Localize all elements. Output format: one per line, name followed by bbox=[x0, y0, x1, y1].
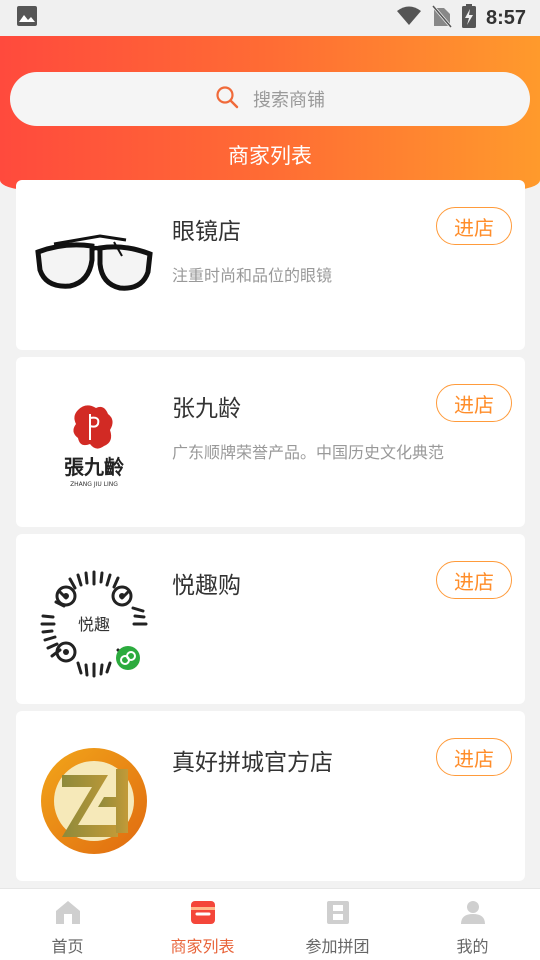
battery-charging-icon bbox=[461, 4, 476, 32]
enter-shop-button[interactable]: 进店 bbox=[436, 207, 512, 245]
nav-shop-list[interactable]: 商家列表 bbox=[135, 889, 270, 960]
status-bar: 8:57 bbox=[0, 0, 540, 36]
svg-text:ZHANG JIU LING: ZHANG JIU LING bbox=[70, 481, 118, 488]
user-icon bbox=[459, 899, 487, 929]
enter-shop-button[interactable]: 进店 bbox=[436, 561, 512, 599]
nav-join-group[interactable]: 参加拼团 bbox=[270, 889, 405, 960]
shop-name: 悦趣购 bbox=[172, 573, 241, 599]
shop-card[interactable]: 真好拼城官方店 进店 bbox=[16, 711, 525, 881]
mini-program-qr-logo: 悦趣 bbox=[34, 564, 154, 684]
nav-home[interactable]: 首页 bbox=[0, 889, 135, 960]
search-icon bbox=[215, 85, 239, 113]
wifi-icon bbox=[396, 5, 422, 31]
group-icon bbox=[324, 899, 352, 929]
shop-name: 张九龄 bbox=[172, 396, 241, 422]
zhang-jiuling-logo: 張九齡 ZHANG JIU LING bbox=[34, 387, 154, 507]
shop-desc: 广东顺牌荣誉产品。中国历史文化典范 bbox=[172, 443, 445, 462]
nav-mine[interactable]: 我的 bbox=[405, 889, 540, 960]
glasses-logo bbox=[34, 210, 154, 330]
shop-name: 眼镜店 bbox=[172, 219, 241, 245]
nav-label: 首页 bbox=[51, 937, 84, 956]
no-sim-icon bbox=[431, 4, 453, 32]
zh-circle-logo bbox=[34, 741, 154, 861]
svg-text:張九齡: 張九齡 bbox=[64, 455, 124, 479]
search-bar[interactable]: 搜索商铺 bbox=[10, 72, 530, 126]
image-icon bbox=[16, 5, 38, 31]
shop-desc: 注重时尚和品位的眼镜 bbox=[172, 266, 333, 285]
shop-card[interactable]: 悦趣 悦趣购 进店 bbox=[16, 534, 525, 704]
shop-card[interactable]: 眼镜店 注重时尚和品位的眼镜 进店 bbox=[16, 180, 525, 350]
search-placeholder: 搜索商铺 bbox=[253, 90, 325, 111]
nav-label: 我的 bbox=[456, 937, 489, 956]
status-time: 8:57 bbox=[485, 6, 526, 29]
svg-text:悦趣: 悦趣 bbox=[78, 615, 110, 634]
shop-card[interactable]: 張九齡 ZHANG JIU LING 张九龄 广东顺牌荣誉产品。中国历史文化典范… bbox=[16, 357, 525, 527]
shop-list: 眼镜店 注重时尚和品位的眼镜 进店 張九齡 ZHANG JIU LING 张九龄… bbox=[16, 180, 525, 888]
shop-name: 真好拼城官方店 bbox=[172, 750, 333, 776]
nav-label: 商家列表 bbox=[170, 937, 235, 956]
nav-label: 参加拼团 bbox=[305, 937, 370, 956]
enter-shop-button[interactable]: 进店 bbox=[436, 384, 512, 422]
bottom-nav: 首页 商家列表 参加拼团 我的 bbox=[0, 888, 540, 960]
page-title: 商家列表 bbox=[228, 144, 312, 168]
enter-shop-button[interactable]: 进店 bbox=[436, 738, 512, 776]
home-icon bbox=[54, 899, 82, 929]
shop-icon bbox=[189, 899, 217, 929]
